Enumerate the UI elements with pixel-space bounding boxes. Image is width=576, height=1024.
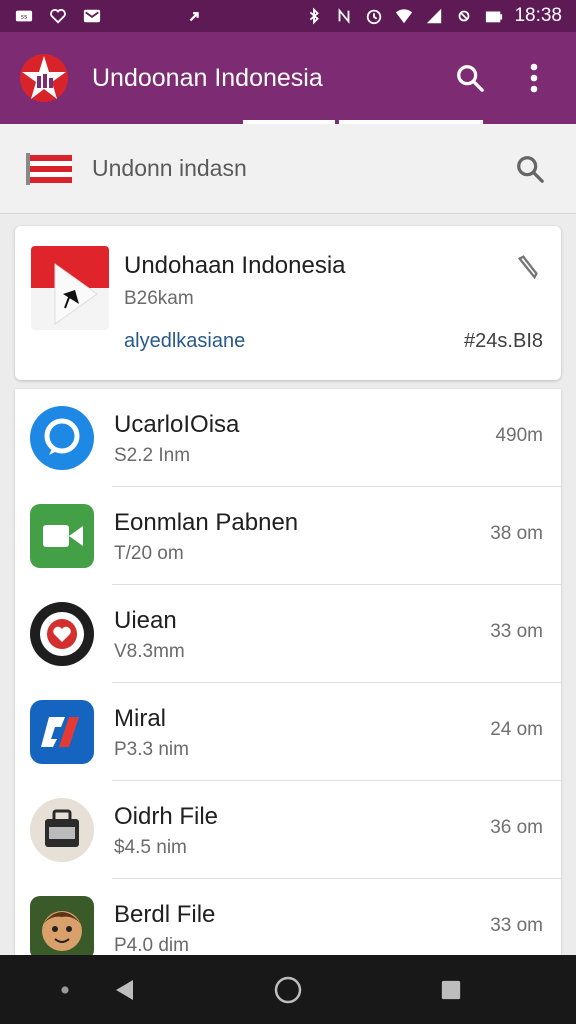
- home-circle-icon: [274, 976, 302, 1004]
- list-item[interactable]: Uiean V8.3mm 33 om: [15, 585, 561, 683]
- item-meta: 36 om: [490, 817, 543, 838]
- no-sim-icon: [454, 7, 474, 25]
- app-bar: Undoonan Indonesia: [0, 32, 576, 124]
- featured-card[interactable]: Undohaan Indonesia B26kam alyedlkasiane …: [15, 226, 561, 380]
- slash-logo-icon: [29, 699, 95, 765]
- overflow-menu-button[interactable]: [510, 54, 558, 102]
- item-name: Oidrh File: [114, 803, 219, 830]
- item-size: P4.0 dim: [114, 935, 189, 956]
- item-size: S2.2 Inm: [114, 445, 191, 466]
- nfc-icon: [334, 7, 354, 25]
- list-item[interactable]: Miral P3.3 nim 24 om: [15, 683, 561, 781]
- featured-subtitle: B26kam: [124, 288, 194, 309]
- featured-meta: #24s.BI8: [464, 330, 543, 352]
- navigation-bar: [0, 955, 576, 1024]
- featured-title: Undohaan Indonesia: [124, 252, 346, 279]
- star-logo-icon: [18, 52, 70, 104]
- face-avatar-icon: [29, 895, 95, 957]
- cast-icon: [184, 7, 204, 25]
- item-meta: 33 om: [490, 915, 543, 936]
- item-size: P3.3 nim: [114, 739, 189, 760]
- item-meta: 33 om: [490, 621, 543, 642]
- item-name: Berdl File: [114, 901, 216, 928]
- item-size: V8.3mm: [114, 641, 185, 662]
- search-input[interactable]: Undonn indasn: [92, 155, 510, 182]
- battery-icon: [484, 7, 504, 25]
- featured-link[interactable]: alyedlkasiane: [124, 330, 245, 353]
- home-button[interactable]: [270, 972, 306, 1008]
- chat-bubble-icon: [29, 405, 95, 471]
- search-icon: [457, 65, 484, 92]
- more-vert-icon: [530, 63, 538, 93]
- list-item[interactable]: Berdl File P4.0 dim 33 om: [15, 879, 561, 957]
- item-size: $4.5 nim: [114, 837, 187, 858]
- recents-button[interactable]: [434, 973, 468, 1007]
- svg-text:ss: ss: [21, 14, 28, 21]
- heart-camera-icon: [29, 601, 95, 667]
- heart-icon: [48, 7, 68, 25]
- video-call-icon: [29, 503, 95, 569]
- app-title: Undoonan Indonesia: [92, 63, 323, 92]
- item-name: Uiean: [114, 607, 177, 634]
- status-bar: ss 18:38: [0, 0, 576, 32]
- edit-icon: [517, 255, 538, 280]
- flag-icon: [26, 152, 72, 185]
- recents-square-icon: [441, 980, 461, 1000]
- bluetooth-icon: [304, 7, 324, 25]
- dot-indicator-icon: [58, 983, 72, 997]
- carrier-icon: ss: [14, 7, 34, 25]
- item-name: UcarloIOisa: [114, 411, 240, 438]
- item-size: T/20 om: [114, 543, 184, 564]
- item-meta: 24 om: [490, 719, 543, 740]
- back-triangle-icon: [116, 980, 133, 1000]
- search-bar[interactable]: Undonn indasn: [0, 124, 576, 214]
- status-time: 18:38: [514, 5, 562, 26]
- list-item[interactable]: Eonmlan Pabnen T/20 om 38 om: [15, 487, 561, 585]
- app-list: UcarloIOisa S2.2 Inm 490m Eonmlan Pabnen…: [15, 389, 561, 957]
- featured-edit-button[interactable]: [513, 252, 543, 282]
- item-meta: 38 om: [490, 523, 543, 544]
- alarm-icon: [364, 7, 384, 25]
- item-meta: 490m: [495, 425, 543, 446]
- mail-icon: [82, 7, 102, 25]
- list-item[interactable]: Oidrh File $4.5 nim 36 om: [15, 781, 561, 879]
- item-name: Eonmlan Pabnen: [114, 509, 299, 536]
- item-name: Miral: [114, 705, 166, 732]
- search-button[interactable]: [446, 54, 494, 102]
- search-icon: [517, 155, 544, 183]
- list-item[interactable]: UcarloIOisa S2.2 Inm 490m: [15, 389, 561, 487]
- indonesia-flag-thumbnail-icon: [31, 246, 109, 330]
- search-submit-button[interactable]: [510, 149, 550, 189]
- wifi-icon: [394, 7, 414, 25]
- signal-icon: [424, 7, 444, 25]
- archive-icon: [29, 797, 95, 863]
- back-button[interactable]: [108, 973, 142, 1007]
